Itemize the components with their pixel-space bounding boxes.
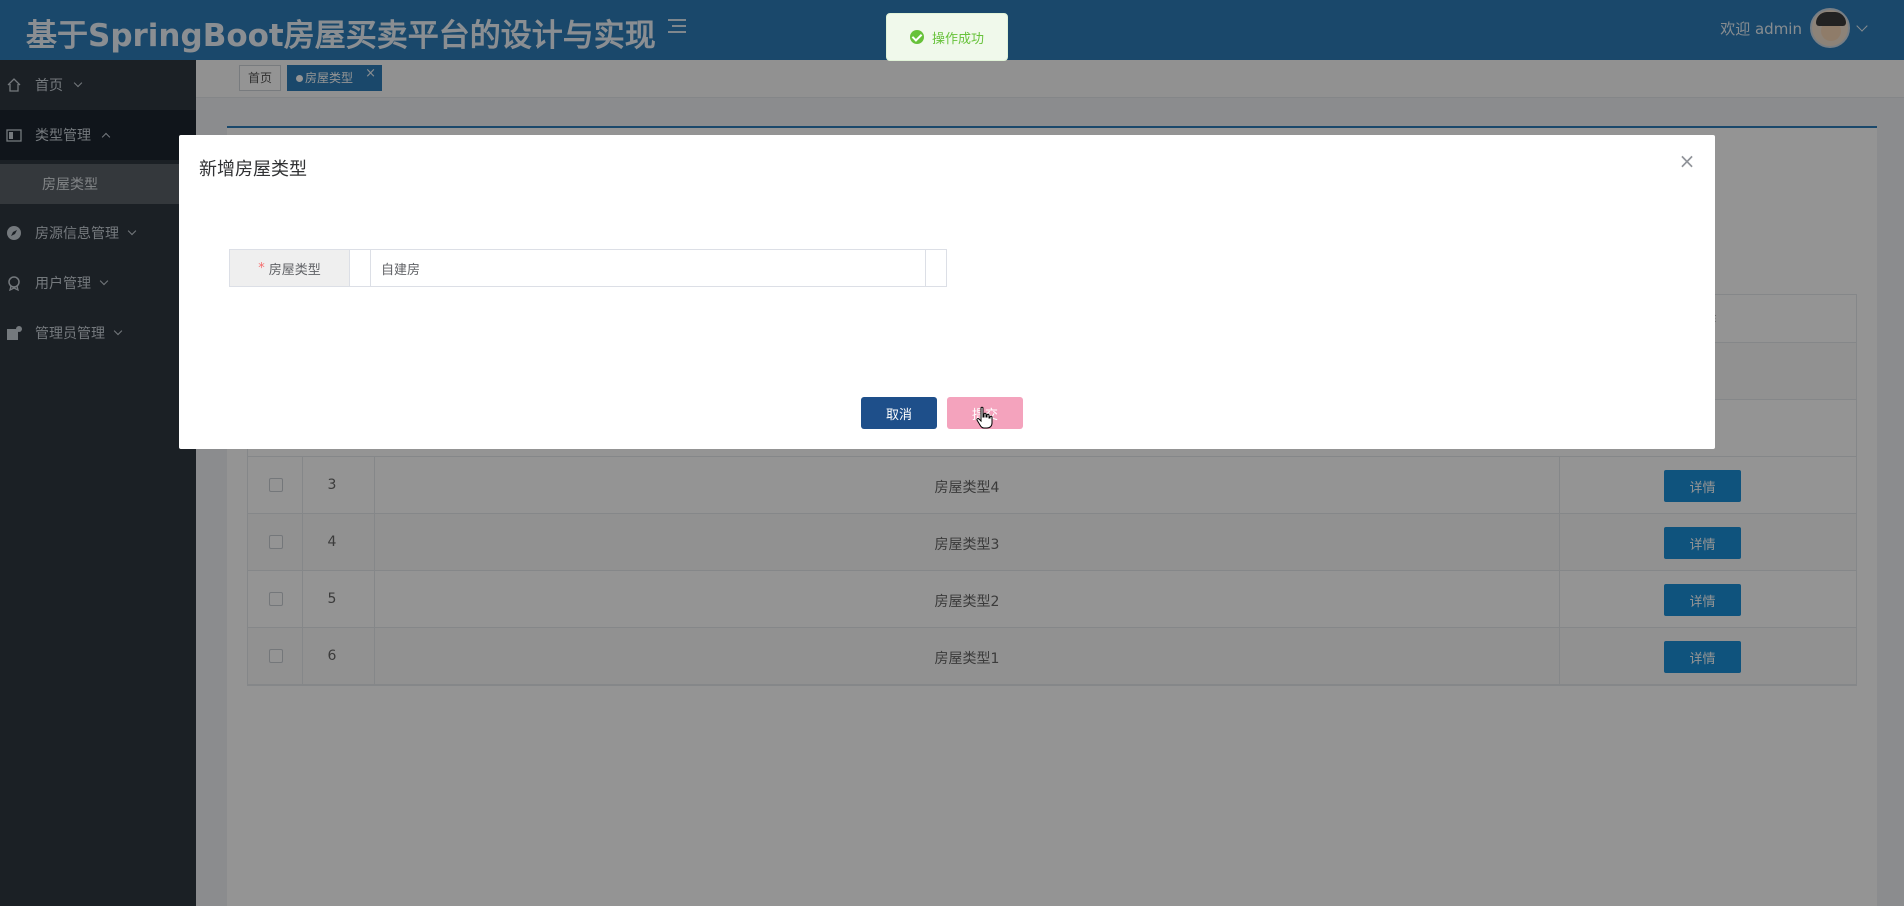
house-type-form-item: * 房屋类型	[229, 249, 947, 287]
hand-cursor-icon	[976, 406, 993, 429]
add-house-type-dialog: 新增房屋类型 × * 房屋类型 取消 提交	[179, 135, 1715, 449]
house-type-input[interactable]	[370, 250, 926, 286]
house-type-label: * 房屋类型	[230, 250, 350, 286]
cancel-button[interactable]: 取消	[861, 397, 937, 429]
field-label-text: 房屋类型	[268, 262, 321, 278]
toast-message: 操作成功	[931, 31, 984, 47]
close-icon[interactable]: ×	[1675, 149, 1699, 173]
required-mark: *	[258, 260, 265, 276]
check-circle-icon	[909, 30, 924, 44]
dialog-title: 新增房屋类型	[199, 159, 307, 180]
success-toast: 操作成功	[886, 13, 1008, 61]
